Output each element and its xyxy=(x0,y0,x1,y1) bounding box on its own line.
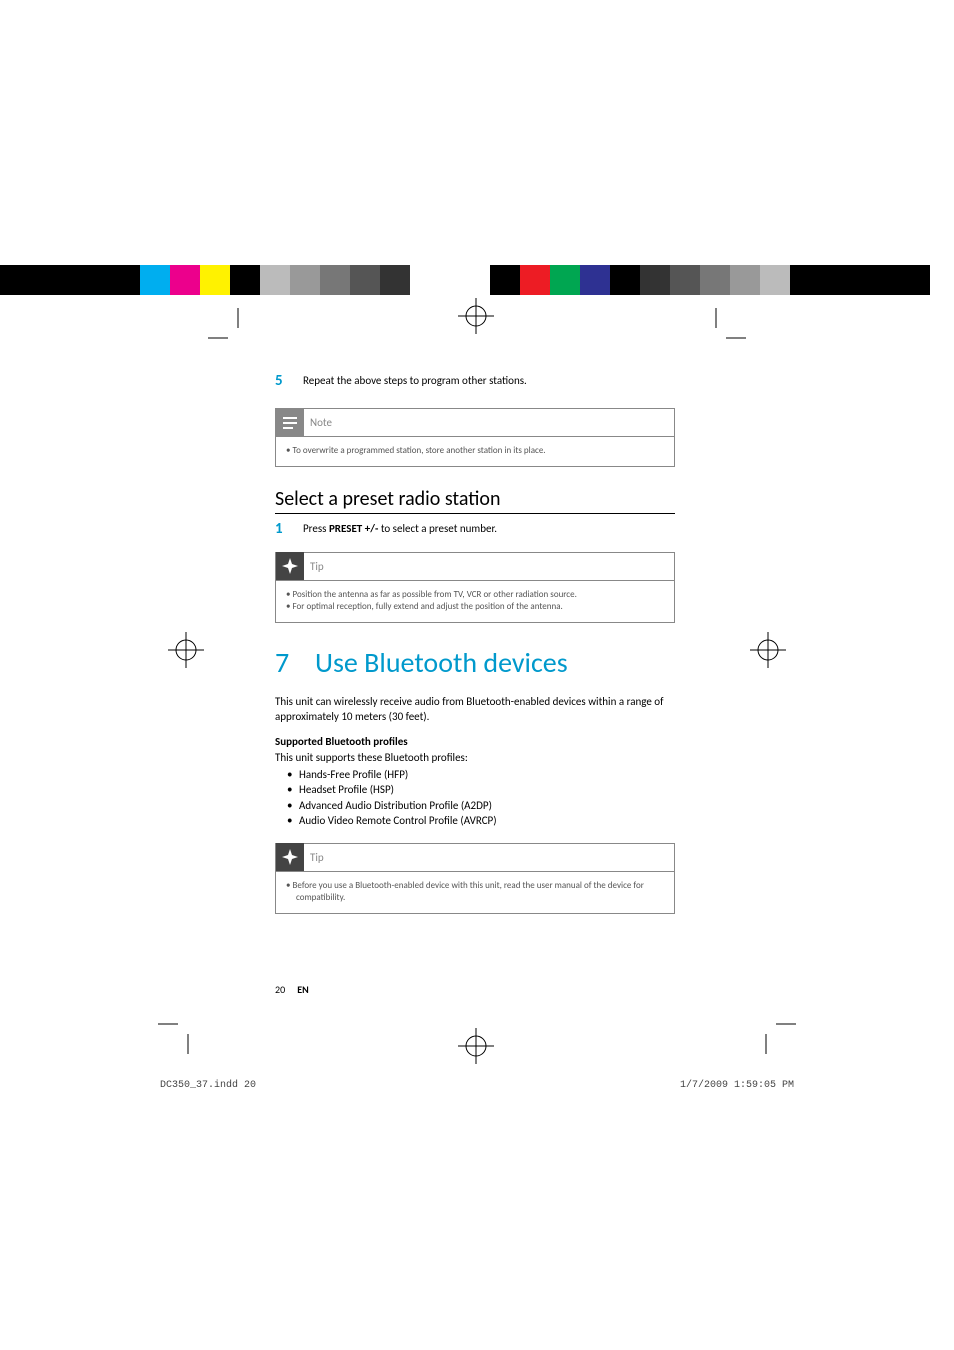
profiles-list: Hands-Free Profile (HFP)Headset Profile … xyxy=(275,767,675,829)
tip-icon xyxy=(276,843,304,871)
list-item: Headset Profile (HSP) xyxy=(275,782,675,797)
list-item: Hands-Free Profile (HFP) xyxy=(275,767,675,782)
page-language: EN xyxy=(297,983,308,996)
note-label: Note xyxy=(304,416,332,429)
crop-mark xyxy=(158,1014,198,1054)
tip-list: Position the antenna as far as possible … xyxy=(286,589,664,614)
list-item: Audio Video Remote Control Profile (AVRC… xyxy=(275,813,675,828)
crop-mark xyxy=(756,1014,796,1054)
tip-label: Tip xyxy=(304,851,324,864)
step-5: 5 Repeat the above steps to program othe… xyxy=(275,372,675,390)
tip-callout: Tip Position the antenna as far as possi… xyxy=(275,552,675,623)
list-item: For optimal reception, fully extend and … xyxy=(286,601,664,614)
chapter-heading: 7 Use Bluetooth devices xyxy=(275,645,675,680)
profiles-heading: Supported Bluetooth profiles xyxy=(275,735,675,748)
tip-callout: Tip Before you use a Bluetooth-enabled d… xyxy=(275,843,675,914)
step-1: 1 Press PRESET +/- to select a preset nu… xyxy=(275,520,675,538)
chapter-number: 7 xyxy=(275,645,315,680)
list-item: Position the antenna as far as possible … xyxy=(286,589,664,602)
registration-mark-left xyxy=(168,632,204,668)
page-footer: 20 EN xyxy=(275,983,309,996)
indesign-timestamp: 1/7/2009 1:59:05 PM xyxy=(680,1080,794,1091)
note-icon xyxy=(276,409,304,437)
list-item: Advanced Audio Distribution Profile (A2D… xyxy=(275,798,675,813)
color-calibration-bar xyxy=(0,265,954,295)
registration-mark-top xyxy=(458,298,494,334)
step-number: 5 xyxy=(275,372,303,390)
page-number: 20 xyxy=(275,983,295,996)
section-heading: Select a preset radio station xyxy=(275,487,675,514)
crop-mark xyxy=(706,308,746,348)
note-callout: Note To overwrite a programmed station, … xyxy=(275,408,675,467)
step-text: Repeat the above steps to program other … xyxy=(303,372,527,387)
registration-mark-right xyxy=(750,632,786,668)
page-content: 5 Repeat the above steps to program othe… xyxy=(275,372,675,934)
step-number: 1 xyxy=(275,520,303,538)
tip-icon xyxy=(276,552,304,580)
crop-mark xyxy=(208,308,248,348)
note-list: To overwrite a programmed station, store… xyxy=(286,445,664,458)
chapter-title: Use Bluetooth devices xyxy=(315,645,568,680)
step-text: Press PRESET +/- to select a preset numb… xyxy=(303,520,497,535)
indesign-file-marker: DC350_37.indd 20 xyxy=(160,1080,256,1091)
registration-mark-bottom xyxy=(458,1028,494,1064)
tip-label: Tip xyxy=(304,560,324,573)
list-item: To overwrite a programmed station, store… xyxy=(286,445,664,458)
profiles-subtext: This unit supports these Bluetooth profi… xyxy=(275,750,675,765)
tip-list: Before you use a Bluetooth-enabled devic… xyxy=(286,880,664,905)
intro-paragraph: This unit can wirelessly receive audio f… xyxy=(275,694,675,725)
list-item: Before you use a Bluetooth-enabled devic… xyxy=(286,880,664,905)
